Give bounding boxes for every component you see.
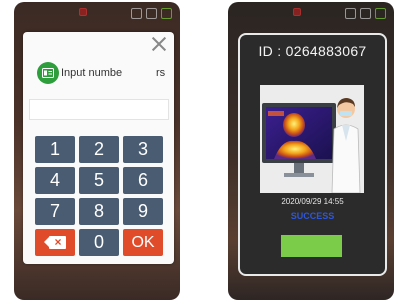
ok-button[interactable]: OK: [123, 229, 163, 256]
backspace-icon: ×: [44, 235, 66, 249]
settings-icon: [360, 8, 371, 19]
key-5[interactable]: 5: [79, 167, 119, 194]
confirm-button[interactable]: [281, 235, 342, 257]
close-icon[interactable]: [151, 36, 167, 52]
warning-icon: [131, 8, 142, 19]
key-0[interactable]: 0: [79, 229, 119, 256]
key-6[interactable]: 6: [123, 167, 163, 194]
key-2[interactable]: 2: [79, 136, 119, 163]
key-8[interactable]: 8: [79, 198, 119, 225]
dialog-title: Input numbe: [61, 67, 123, 79]
warning-icon: [345, 8, 356, 19]
number-input-field[interactable]: [29, 99, 169, 120]
status-text: SUCCESS: [290, 211, 335, 221]
dialog-title-row: [37, 62, 59, 84]
device-screen-left: Input numbe rs 1 2 3 4 5 6 7 8 9 × 0 OK: [14, 2, 180, 300]
record-icon: [293, 8, 301, 16]
backspace-button[interactable]: ×: [35, 229, 75, 256]
thermal-scan-illustration: [260, 85, 364, 193]
verification-result-card: ID : 0264883067 2020/09/29 14:55 SUCCESS: [238, 33, 387, 276]
key-3[interactable]: 3: [123, 136, 163, 163]
key-7[interactable]: 7: [35, 198, 75, 225]
status-bar: [14, 8, 180, 20]
record-icon: [79, 8, 87, 16]
dialog-title-tail: rs: [156, 67, 166, 79]
key-4[interactable]: 4: [35, 167, 75, 194]
key-1[interactable]: 1: [35, 136, 75, 163]
signal-icon: [161, 8, 172, 19]
signal-icon: [375, 8, 386, 19]
scan-datetime: 2020/09/29 14:55: [281, 197, 344, 206]
settings-icon: [146, 8, 157, 19]
id-card-icon: [37, 62, 59, 84]
device-screen-right: ID : 0264883067 2020/09/29 14:55 SUCCESS: [228, 2, 394, 300]
key-9[interactable]: 9: [123, 198, 163, 225]
number-input-dialog: Input numbe rs 1 2 3 4 5 6 7 8 9 × 0 OK: [23, 32, 174, 264]
numeric-keypad: 1 2 3 4 5 6 7 8 9 × 0 OK: [35, 136, 163, 256]
status-bar: [228, 8, 394, 20]
id-label: ID : 0264883067: [258, 43, 367, 59]
